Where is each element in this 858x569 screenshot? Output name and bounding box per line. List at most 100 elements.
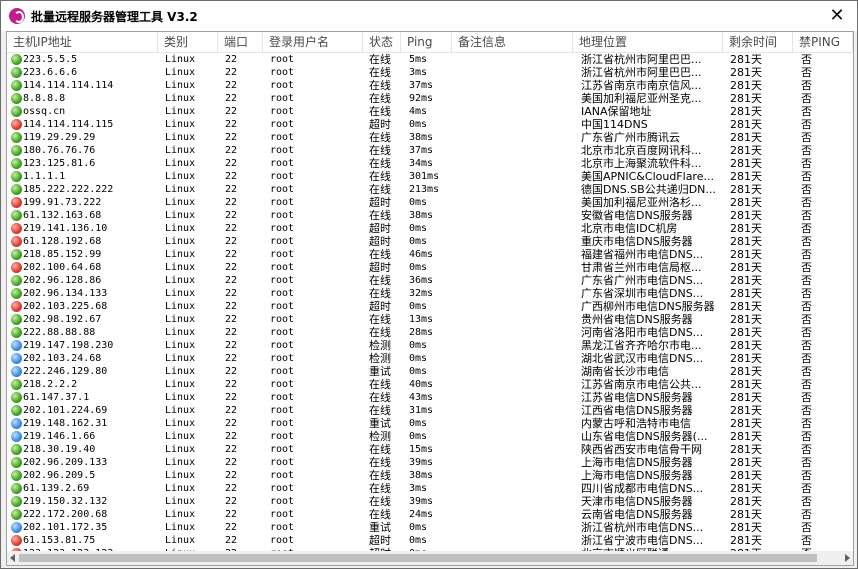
table-row[interactable]: 202.101.172.35 Linux 22 root 重试 0ms 浙江省杭州市电信DN… <box>7 521 853 534</box>
cell-note <box>457 105 573 118</box>
column-header-user[interactable]: 登录用户名 <box>263 32 363 52</box>
cell-ping: 0ms <box>409 236 428 247</box>
table-row[interactable]: 219.150.32.132 Linux 22 root 在线 39ms 天津市电信DNS服… <box>7 495 853 508</box>
table-row[interactable]: 114.114.114.115 Linux 22 root 超时 0ms 中国114DNS 2… <box>7 118 853 131</box>
cell-port: 22 <box>225 119 238 130</box>
table-row[interactable]: 218.2.2.2 Linux 22 root 在线 40ms 江苏省南京市电信公共... 2… <box>7 378 853 391</box>
table-row[interactable]: 218.85.152.99 Linux 22 root 在线 46ms 福建省福州市电信DN… <box>7 248 853 261</box>
cell-note <box>457 443 573 456</box>
table-row[interactable]: 199.91.73.222 Linux 22 root 超时 0ms 美国加利福尼亚州洛杉.… <box>7 196 853 209</box>
server-list[interactable]: 主机IP地址 类别 端口 登录用户名 状态 Ping 备注信息 地理位置 剩余时… <box>6 31 854 566</box>
cell-note <box>457 534 573 547</box>
column-header-ping[interactable]: Ping <box>401 32 452 52</box>
table-row[interactable]: 222.172.200.68 Linux 22 root 在线 24ms 云南省电信DNS服… <box>7 508 853 521</box>
cell-ip: 219.141.136.10 <box>23 223 108 234</box>
cell-status: 在线 <box>369 326 391 339</box>
close-button[interactable]: ✕ <box>827 6 847 26</box>
cell-status: 超时 <box>369 222 391 235</box>
cell-ip: 202.101.172.35 <box>23 522 108 533</box>
column-header-note[interactable]: 备注信息 <box>452 32 573 52</box>
cell-status: 重试 <box>369 417 391 430</box>
table-row[interactable]: 61.139.2.69 Linux 22 root 在线 3ms 四川省成都市电信DNS..… <box>7 482 853 495</box>
table-row[interactable]: 219.141.136.10 Linux 22 root 超时 0ms 北京市电信IDC机房… <box>7 222 853 235</box>
table-row[interactable]: 61.147.37.1 Linux 22 root 在线 43ms 江苏省电信DNS服务器 2… <box>7 391 853 404</box>
table-row[interactable]: 202.103.225.68 Linux 22 root 超时 0ms 广西柳州市电信DNS… <box>7 300 853 313</box>
cell-ip: 61.153.81.75 <box>23 535 96 546</box>
table-row[interactable]: 119.29.29.29 Linux 22 root 在线 38ms 广东省广州市腾讯云 28… <box>7 131 853 144</box>
cell-port: 22 <box>225 483 238 494</box>
cell-status: 在线 <box>369 391 391 404</box>
cell-ip: 222.172.200.68 <box>23 509 108 520</box>
table-row[interactable]: 218.30.19.40 Linux 22 root 在线 15ms 陕西省西安市电信骨干网… <box>7 443 853 456</box>
cell-note <box>457 365 573 378</box>
cell-port: 22 <box>225 496 238 507</box>
cell-ping: 38ms <box>409 132 434 143</box>
column-header-noping[interactable]: 禁PING <box>793 32 853 52</box>
cell-status: 在线 <box>369 79 391 92</box>
table-row[interactable]: 202.103.24.68 Linux 22 root 检测 0ms 湖北省武汉市电信DNS… <box>7 352 853 365</box>
table-row[interactable]: 202.96.134.133 Linux 22 root 在线 32ms 广东省深圳市电信D… <box>7 287 853 300</box>
column-header-remaining[interactable]: 剩余时间 <box>723 32 793 52</box>
column-header-location[interactable]: 地理位置 <box>573 32 723 52</box>
cell-noping: 否 <box>801 287 812 300</box>
table-row[interactable]: 61.132.163.68 Linux 22 root 在线 38ms 安徽省电信DNS服务… <box>7 209 853 222</box>
cell-location: 中国114DNS <box>581 118 648 131</box>
cell-port: 22 <box>225 288 238 299</box>
table-row[interactable]: 202.98.192.67 Linux 22 root 在线 13ms 贵州省电信DNS服务… <box>7 313 853 326</box>
cell-ip: 202.96.209.5 <box>23 470 96 481</box>
column-header-status[interactable]: 状态 <box>363 32 401 52</box>
cell-port: 22 <box>225 145 238 156</box>
table-row[interactable]: 222.88.88.88 Linux 22 root 在线 28ms 河南省洛阳市电信DNS… <box>7 326 853 339</box>
table-row[interactable]: ossq.cn Linux 22 root 在线 4ms IANA保留地址 281天 否 <box>7 105 853 118</box>
cell-location: 北京市上海聚流软件科... <box>581 157 702 170</box>
cell-ip: 202.103.24.68 <box>23 353 102 364</box>
cell-ping: 37ms <box>409 145 434 156</box>
cell-location: 重庆市电信DNS服务器 <box>581 235 693 248</box>
column-header-ip[interactable]: 主机IP地址 <box>7 32 158 52</box>
table-row[interactable]: 223.5.5.5 Linux 22 root 在线 5ms 浙江省杭州市阿里巴巴... 28… <box>7 53 853 66</box>
scrollbar-thumb[interactable] <box>19 554 817 562</box>
cell-remaining: 281天 <box>730 469 762 482</box>
title-bar[interactable]: 批量远程服务器管理工具 V3.2 ✕ <box>1 1 857 31</box>
cell-ip: 119.29.29.29 <box>23 132 96 143</box>
table-row[interactable]: 219.147.198.230 Linux 22 root 检测 0ms 黑龙江省齐齐哈尔市… <box>7 339 853 352</box>
table-row[interactable]: 202.96.209.5 Linux 22 root 在线 38ms 上海市电信DNS服务器… <box>7 469 853 482</box>
table-row[interactable]: 219.146.1.66 Linux 22 root 检测 0ms 山东省电信DNS服务器(… <box>7 430 853 443</box>
cell-type: Linux <box>165 249 196 260</box>
cell-remaining: 281天 <box>730 339 762 352</box>
table-row[interactable]: 202.100.64.68 Linux 22 root 超时 0ms 甘肃省兰州市电信局枢.… <box>7 261 853 274</box>
horizontal-scrollbar[interactable] <box>7 551 853 565</box>
cell-status: 在线 <box>369 248 391 261</box>
table-row[interactable]: 114.114.114.114 Linux 22 root 在线 37ms 江苏省南京市南京… <box>7 79 853 92</box>
table-row[interactable]: 123.125.81.6 Linux 22 root 在线 34ms 北京市上海聚流软件科.… <box>7 157 853 170</box>
cell-type: Linux <box>165 119 196 130</box>
table-row[interactable]: 219.148.162.31 Linux 22 root 重试 0ms 内蒙古呼和浩特市电信… <box>7 417 853 430</box>
table-row[interactable]: 202.101.224.69 Linux 22 root 在线 31ms 江西省电信DNS服… <box>7 404 853 417</box>
cell-type: Linux <box>165 171 196 182</box>
table-row[interactable]: 61.128.192.68 Linux 22 root 超时 0ms 重庆市电信DNS服务器… <box>7 235 853 248</box>
table-row[interactable]: 1.1.1.1 Linux 22 root 在线 301ms 美国APNIC&CloudFl… <box>7 170 853 183</box>
cell-type: Linux <box>165 223 196 234</box>
cell-ip: 202.98.192.67 <box>23 314 102 325</box>
table-row[interactable]: 185.222.222.222 Linux 22 root 在线 213ms 德国DNS.S… <box>7 183 853 196</box>
cell-status: 在线 <box>369 92 391 105</box>
cell-noping: 否 <box>801 417 812 430</box>
main-window: 批量远程服务器管理工具 V3.2 ✕ 主机IP地址 类别 端口 登录用户名 状态… <box>0 0 858 569</box>
table-row[interactable]: 202.96.128.86 Linux 22 root 在线 36ms 广东省广州市电信DN… <box>7 274 853 287</box>
cell-status: 在线 <box>369 456 391 469</box>
cell-noping: 否 <box>801 105 812 118</box>
table-row[interactable]: 223.6.6.6 Linux 22 root 在线 3ms 浙江省杭州市阿里巴巴... 28… <box>7 66 853 79</box>
cell-location: 北京市电信IDC机房 <box>581 222 678 235</box>
cell-user: root <box>270 509 295 520</box>
column-header-type[interactable]: 类别 <box>158 32 218 52</box>
cell-ping: 13ms <box>409 314 434 325</box>
cell-port: 22 <box>225 80 238 91</box>
table-row[interactable]: 202.96.209.133 Linux 22 root 在线 39ms 上海市电信DNS服… <box>7 456 853 469</box>
table-row[interactable]: 180.76.76.76 Linux 22 root 在线 37ms 北京市北京百度网讯科.… <box>7 144 853 157</box>
scroll-left-arrow-icon[interactable] <box>10 554 15 562</box>
table-row[interactable]: 222.246.129.80 Linux 22 root 重试 0ms 湖南省长沙市电信 28… <box>7 365 853 378</box>
table-row[interactable]: 8.8.8.8 Linux 22 root 在线 92ms 美国加利福尼亚州圣克... 281… <box>7 92 853 105</box>
column-header-port[interactable]: 端口 <box>218 32 263 52</box>
table-row[interactable]: 61.153.81.75 Linux 22 root 超时 0ms 浙江省宁波市电信DNS.… <box>7 534 853 547</box>
scroll-right-arrow-icon[interactable] <box>845 554 850 562</box>
